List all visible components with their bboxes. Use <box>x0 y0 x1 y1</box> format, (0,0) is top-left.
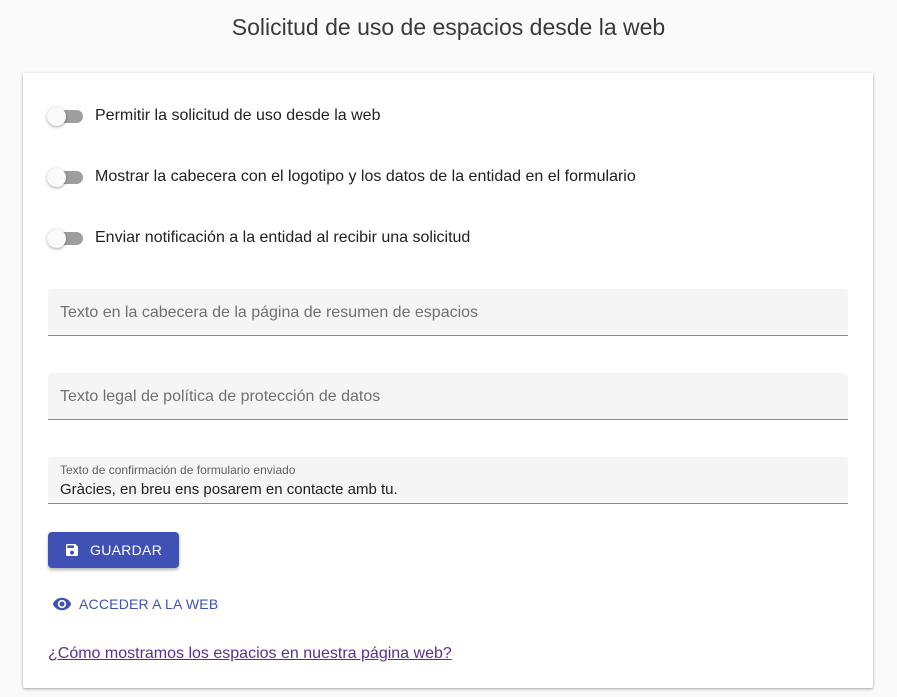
toggle-show-header[interactable] <box>47 167 83 187</box>
legal-text-placeholder: Texto legal de política de protección de… <box>60 388 381 405</box>
toggle-row-send-notification: Enviar notificación a la entidad al reci… <box>47 226 470 250</box>
toggle-send-notification[interactable] <box>47 228 83 248</box>
toggle-row-show-header: Mostrar la cabecera con el logotipo y lo… <box>47 165 636 189</box>
confirmation-text-input[interactable] <box>60 481 830 498</box>
header-text-placeholder: Texto en la cabecera de la página de res… <box>60 304 479 321</box>
access-web-label: ACCEDER A LA WEB <box>79 596 219 612</box>
page: Solicitud de uso de espacios desde la we… <box>0 0 897 697</box>
toggle-allow-web-request[interactable] <box>47 106 83 126</box>
toggle-thumb <box>47 168 66 187</box>
toggle-thumb <box>47 107 66 126</box>
settings-card: Permitir la solicitud de uso desde la we… <box>23 73 873 688</box>
floppy-disk-icon <box>64 542 80 558</box>
toggle-thumb <box>47 229 66 248</box>
confirmation-text-label: Texto de confirmación de formulario envi… <box>60 463 296 477</box>
help-link[interactable]: ¿Cómo mostramos los espacios en nuestra … <box>48 645 452 663</box>
header-text-field[interactable]: Texto en la cabecera de la página de res… <box>48 289 848 336</box>
toggle-label-show-header: Mostrar la cabecera con el logotipo y lo… <box>95 168 636 185</box>
toggle-row-allow-web-request: Permitir la solicitud de uso desde la we… <box>47 104 380 128</box>
toggle-label-allow-web-request: Permitir la solicitud de uso desde la we… <box>95 107 381 124</box>
eye-icon <box>52 594 72 614</box>
toggle-label-send-notification: Enviar notificación a la entidad al reci… <box>95 229 471 246</box>
save-button-label: GUARDAR <box>90 542 163 558</box>
page-title: Solicitud de uso de espacios desde la we… <box>231 14 666 40</box>
save-button[interactable]: GUARDAR <box>48 532 179 568</box>
legal-text-field[interactable]: Texto legal de política de protección de… <box>48 373 848 420</box>
confirmation-text-field[interactable]: Texto de confirmación de formulario envi… <box>48 457 848 504</box>
access-web-button[interactable]: ACCEDER A LA WEB <box>52 592 218 616</box>
